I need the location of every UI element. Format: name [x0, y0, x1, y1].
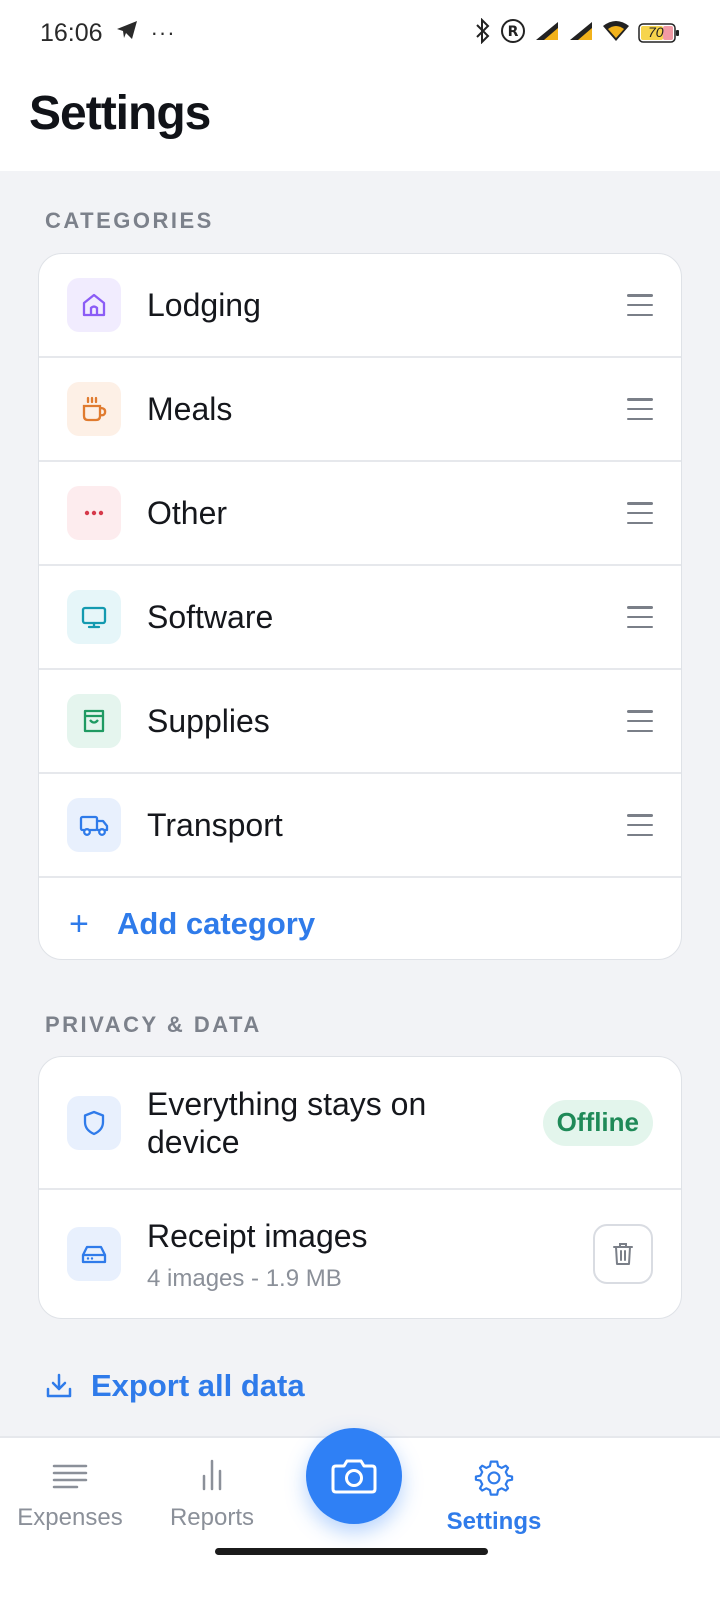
category-label: Transport: [147, 806, 283, 843]
categories-section-label: CATEGORIES: [45, 208, 214, 233]
drag-handle-icon[interactable]: [627, 294, 653, 316]
shopping-bag-icon: [67, 694, 121, 748]
download-icon: [46, 1373, 72, 1398]
battery-level: 70: [648, 24, 664, 40]
drag-handle-icon[interactable]: [627, 814, 653, 836]
list-icon: [52, 1464, 88, 1489]
privacy-section-label: PRIVACY & DATA: [45, 1012, 262, 1037]
home-indicator[interactable]: [215, 1548, 488, 1555]
hard-drive-icon: [67, 1227, 121, 1281]
camera-icon: [331, 1459, 377, 1494]
delete-images-button[interactable]: [593, 1224, 653, 1284]
drag-handle-icon[interactable]: [627, 710, 653, 732]
category-row-transport[interactable]: Transport: [39, 774, 681, 878]
wifi-icon: [602, 20, 630, 47]
device-storage-label: Everything stays on device: [147, 1085, 427, 1160]
page-title: Settings: [29, 87, 211, 140]
dots-icon: [67, 486, 121, 540]
status-bar: 16:06 ··· R 70: [0, 0, 720, 66]
categories-card: Lodging Meals Other Software Supplies Tr…: [38, 253, 682, 960]
nav-reports-label: Reports: [169, 1504, 255, 1531]
nav-expenses[interactable]: Expenses: [0, 1458, 140, 1532]
category-label: Meals: [147, 390, 233, 427]
receipt-images-label: Receipt images: [147, 1218, 368, 1254]
camera-button[interactable]: [306, 1428, 402, 1524]
offline-badge: Offline: [542, 1099, 653, 1146]
registered-icon: R: [500, 18, 526, 49]
nav-settings[interactable]: Settings: [424, 1458, 564, 1536]
export-data-button[interactable]: Export all data: [45, 1368, 305, 1404]
drag-handle-icon[interactable]: [627, 502, 653, 524]
category-row-meals[interactable]: Meals: [39, 358, 681, 462]
drag-handle-icon[interactable]: [627, 398, 653, 420]
bar-chart-icon: [202, 1459, 222, 1491]
category-row-software[interactable]: Software: [39, 566, 681, 670]
add-category-button[interactable]: + Add category: [39, 878, 681, 959]
drag-handle-icon[interactable]: [627, 606, 653, 628]
header: Settings: [0, 66, 720, 171]
category-label: Lodging: [147, 286, 261, 323]
svg-text:R: R: [508, 24, 519, 40]
nav-expenses-label: Expenses: [17, 1504, 123, 1531]
category-label: Software: [147, 598, 274, 635]
coffee-cup-icon: [67, 382, 121, 436]
trash-icon: [613, 1243, 633, 1265]
signal-1-icon: [534, 20, 560, 47]
home-icon: [67, 278, 121, 332]
status-time: 16:06: [40, 18, 103, 47]
receipt-images-meta: 4 images - 1.9 MB: [147, 1265, 342, 1292]
telegram-icon: [115, 19, 139, 48]
bluetooth-icon: [474, 17, 492, 49]
device-storage-row: Everything stays on device Offline: [39, 1057, 681, 1190]
nav-reports[interactable]: Reports: [142, 1458, 282, 1532]
category-label: Supplies: [147, 702, 270, 739]
gear-icon: [474, 1460, 514, 1496]
category-label: Other: [147, 494, 228, 531]
receipt-images-row: Receipt images 4 images - 1.9 MB: [39, 1190, 681, 1318]
category-row-other[interactable]: Other: [39, 462, 681, 566]
nav-settings-label: Settings: [446, 1508, 542, 1535]
plus-icon: +: [69, 904, 89, 943]
monitor-icon: [67, 590, 121, 644]
truck-icon: [67, 798, 121, 852]
battery-icon: 70: [638, 22, 680, 44]
shield-icon: [67, 1095, 121, 1150]
more-notifications-icon: ···: [150, 20, 176, 45]
privacy-card: Everything stays on device Offline Recei…: [38, 1056, 682, 1319]
category-row-lodging[interactable]: Lodging: [39, 254, 681, 358]
add-category-label: Add category: [117, 906, 316, 941]
category-row-supplies[interactable]: Supplies: [39, 670, 681, 774]
signal-2-icon: [568, 20, 594, 47]
export-data-label: Export all data: [91, 1368, 305, 1403]
